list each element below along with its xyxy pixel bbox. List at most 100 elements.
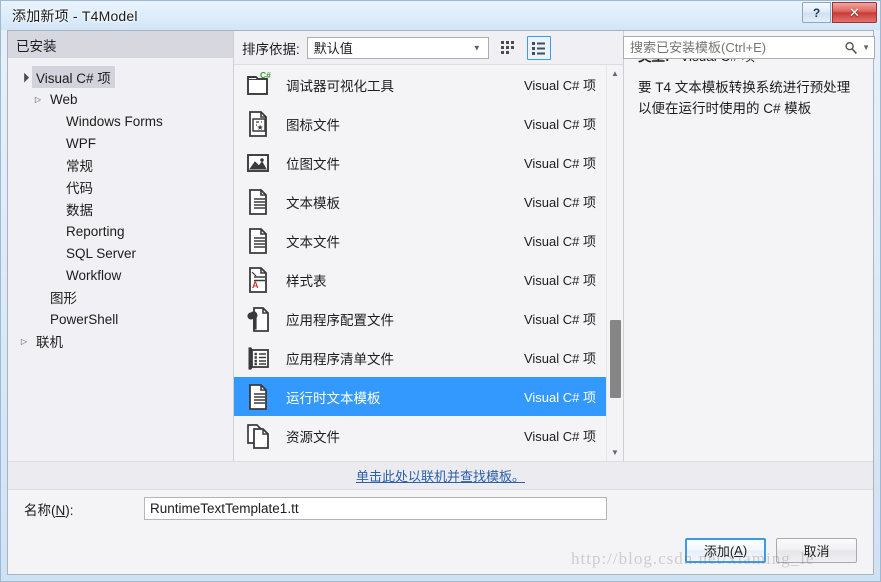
- dialog-title: 添加新项 - T4Model: [12, 7, 138, 24]
- details-pane: 类型: Visual C# 项 要 T4 文本模板转换系统进行预处理以便在运行时…: [623, 31, 873, 461]
- expanded-arrow-icon[interactable]: ◢: [14, 67, 33, 86]
- scroll-thumb[interactable]: [610, 320, 621, 398]
- cancel-button[interactable]: 取消: [776, 538, 857, 563]
- close-button[interactable]: ✕: [832, 2, 877, 23]
- grid-view-button[interactable]: [496, 36, 520, 60]
- svg-text:C#: C#: [260, 70, 271, 80]
- name-input[interactable]: [144, 497, 607, 520]
- text-doc-icon: [249, 227, 267, 254]
- online-link-row: 单击此处以联机并查找模板。: [8, 461, 873, 489]
- tree-item-label: 图形: [50, 291, 77, 306]
- template-list-container: C# 调试器可视化工具 Visual C# 项 ★ 图标文件 Visual C# 项位图文…: [234, 64, 623, 461]
- template-list[interactable]: C# 调试器可视化工具 Visual C# 项 ★ 图标文件 Visual C# 项位图文…: [234, 65, 606, 461]
- template-kind: Visual C# 项: [523, 117, 596, 132]
- template-icon: A: [242, 264, 274, 296]
- template-icon: [242, 342, 274, 374]
- templates-toolbar: 排序依据: 默认值 ▼: [234, 31, 623, 64]
- tree-item-6[interactable]: 数据: [8, 198, 233, 220]
- search-input[interactable]: [630, 40, 845, 55]
- search-dropdown-icon[interactable]: ▼: [862, 43, 870, 52]
- find-templates-online-link[interactable]: 单击此处以联机并查找模板。: [356, 466, 525, 485]
- template-kind: Visual C# 项: [523, 195, 596, 210]
- tree-item-label: 常规: [66, 159, 93, 174]
- template-kind: Visual C# 项: [523, 156, 596, 171]
- svg-text:★: ★: [257, 123, 264, 132]
- sort-by-dropdown[interactable]: 默认值 ▼: [306, 36, 489, 59]
- help-button[interactable]: ?: [802, 2, 831, 23]
- template-icon: [242, 147, 274, 179]
- dialog-footer: 添加(A) 取消: [8, 527, 873, 574]
- template-list-item[interactable]: C# 调试器可视化工具 Visual C# 项: [234, 65, 606, 104]
- categories-pane: 已安装 ◢ Visual C# 项 ▷ Web Windows Forms WPF 常规代码…: [8, 31, 234, 461]
- tree-item-label: 代码: [66, 181, 93, 196]
- template-kind: Visual C# 项: [523, 351, 596, 366]
- tree-item-label: 联机: [36, 335, 63, 350]
- tree-item-5[interactable]: 代码: [8, 176, 233, 198]
- template-name: 样式表: [286, 273, 327, 289]
- template-kind: Visual C# 项: [523, 273, 596, 288]
- text-doc-icon: [249, 188, 267, 215]
- dialog-client-area: 已安装 ◢ Visual C# 项 ▷ Web Windows Forms WPF 常规 代码…: [7, 30, 874, 575]
- template-icon: ★: [242, 108, 274, 140]
- search-icon[interactable]: [844, 41, 858, 55]
- scroll-track[interactable]: [607, 82, 623, 444]
- tree-item-9[interactable]: Workflow: [8, 264, 233, 286]
- template-kind: Visual C# 项: [523, 234, 596, 249]
- tree-item-1[interactable]: ▷ Web: [8, 88, 233, 110]
- svg-text:A: A: [252, 280, 259, 290]
- template-icon: [242, 381, 274, 413]
- template-name: 文本文件: [286, 234, 340, 250]
- text-doc-icon: [249, 383, 267, 410]
- collapsed-arrow-icon[interactable]: ▷: [30, 95, 46, 104]
- template-list-item[interactable]: 应用程序清单文件 Visual C# 项: [234, 338, 606, 377]
- template-kind: Visual C# 项: [523, 78, 596, 93]
- list-view-button[interactable]: [526, 35, 551, 60]
- title-bar: 添加新项 - T4Model ? ✕: [1, 1, 880, 30]
- tree-item-label: Visual C# 项: [32, 66, 115, 88]
- category-tree[interactable]: ◢ Visual C# 项 ▷ Web Windows Forms WPF 常规代码数据 Re…: [8, 58, 233, 352]
- template-list-item[interactable]: ★ 图标文件 Visual C# 项: [234, 104, 606, 143]
- template-list-item[interactable]: 运行时文本模板 Visual C# 项: [234, 377, 606, 416]
- add-button[interactable]: 添加(A): [685, 538, 766, 563]
- bitmap-file-icon: [247, 153, 269, 172]
- tree-item-4[interactable]: 常规: [8, 154, 233, 176]
- tree-item-label: WPF: [66, 135, 96, 151]
- grid-icon: [501, 41, 515, 54]
- add-new-item-dialog: 添加新项 - T4Model ? ✕ 已安装 ◢ Visual C# 项 ▷ Web W…: [0, 0, 881, 582]
- tree-item-3[interactable]: WPF: [8, 132, 233, 154]
- list-icon: [532, 42, 546, 55]
- config-file-icon: [247, 306, 269, 332]
- tree-item-8[interactable]: SQL Server: [8, 242, 233, 264]
- scroll-down-icon[interactable]: ▼: [607, 444, 624, 461]
- template-list-item[interactable]: 文本模板 Visual C# 项: [234, 182, 606, 221]
- template-name: 应用程序清单文件: [286, 351, 394, 367]
- tree-item-2[interactable]: Windows Forms: [8, 110, 233, 132]
- template-list-item[interactable]: 资源文件 Visual C# 项: [234, 416, 606, 455]
- template-list-item[interactable]: A 样式表 Visual C# 项: [234, 260, 606, 299]
- name-label: 名称(N):: [24, 502, 74, 518]
- template-icon: [242, 225, 274, 257]
- tree-item-0[interactable]: ◢ Visual C# 项: [8, 66, 233, 88]
- template-icon: [242, 420, 274, 452]
- template-list-item[interactable]: 位图文件 Visual C# 项: [234, 143, 606, 182]
- template-icon: C#: [242, 69, 274, 101]
- tree-item-label: SQL Server: [66, 245, 137, 261]
- tree-item-10[interactable]: 图形: [8, 286, 233, 308]
- scroll-up-icon[interactable]: ▲: [607, 65, 624, 82]
- tree-item-7[interactable]: Reporting: [8, 220, 233, 242]
- stylesheet-icon: A: [249, 266, 267, 293]
- resource-file-icon: [247, 423, 269, 449]
- collapsed-arrow-icon[interactable]: ▷: [16, 337, 32, 346]
- installed-header: 已安装: [8, 31, 233, 58]
- template-name: 应用程序配置文件: [286, 312, 394, 328]
- template-list-item[interactable]: 文本文件 Visual C# 项: [234, 221, 606, 260]
- tree-item-12[interactable]: ▷ 联机: [8, 330, 233, 352]
- template-name: 文本模板: [286, 195, 340, 211]
- sort-by-value: 默认值: [313, 41, 353, 56]
- csharp-folder-icon: C#: [247, 70, 271, 95]
- template-list-item[interactable]: 应用程序配置文件 Visual C# 项: [234, 299, 606, 338]
- tree-item-11[interactable]: PowerShell: [8, 308, 233, 330]
- template-icon: [242, 186, 274, 218]
- template-icon: [242, 303, 274, 335]
- template-list-scrollbar[interactable]: ▲ ▼: [606, 65, 623, 461]
